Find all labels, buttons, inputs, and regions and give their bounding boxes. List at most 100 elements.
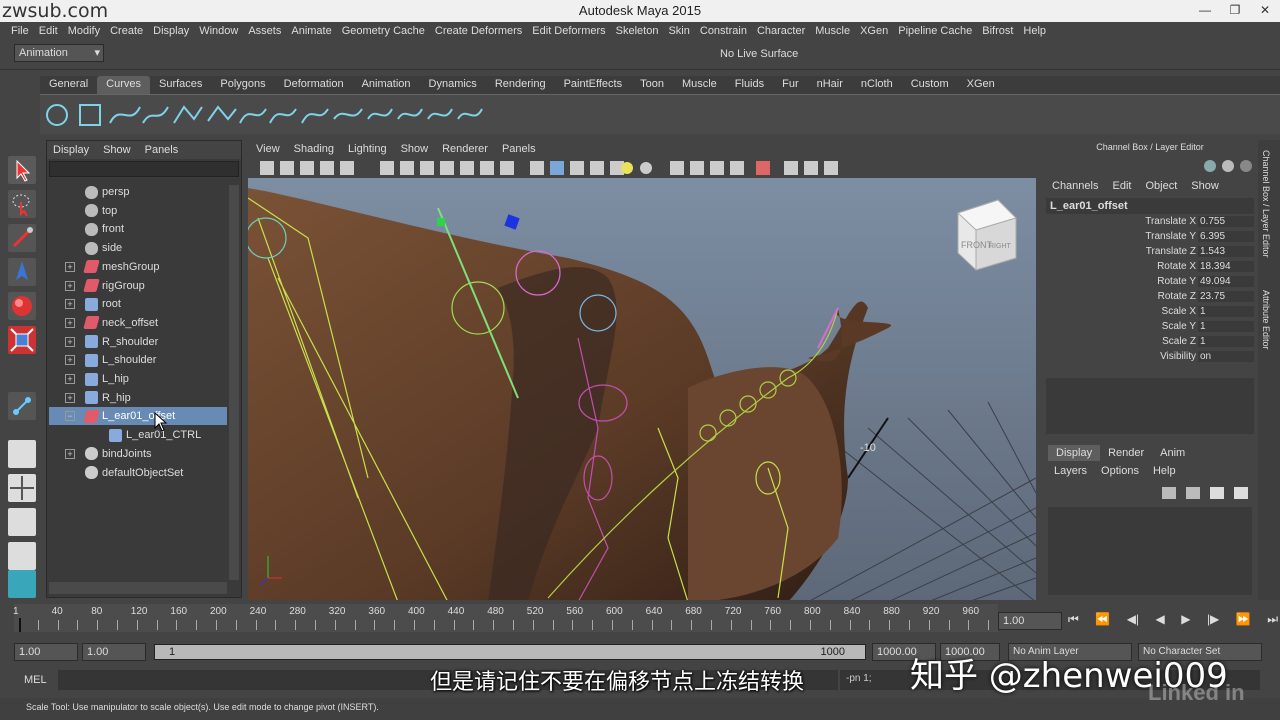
step-back-key-icon[interactable]: ◀|	[1127, 612, 1139, 630]
menu-pipeline-cache[interactable]: Pipeline Cache	[893, 25, 977, 37]
attr-value-field[interactable]: 1	[1198, 336, 1254, 347]
arc-tool-icon[interactable]	[207, 105, 237, 122]
screen-space-ao-icon[interactable]	[670, 161, 684, 175]
motion-blur-icon[interactable]	[690, 161, 704, 175]
nurbs-square-icon[interactable]	[79, 104, 101, 126]
attr-value-field[interactable]: 49.094	[1198, 276, 1254, 287]
menu-display[interactable]: Display	[148, 25, 194, 37]
lasso-tool-icon[interactable]	[8, 190, 36, 218]
menu-muscle[interactable]: Muscle	[810, 25, 855, 37]
attr-value-field[interactable]: 23.75	[1198, 291, 1254, 302]
menu-help[interactable]: Help	[1018, 25, 1051, 37]
shelf-tab-surfaces[interactable]: Surfaces	[150, 76, 211, 94]
attr-value-field[interactable]: 18.394	[1198, 261, 1254, 272]
insert-knot-icon[interactable]	[301, 108, 329, 124]
close-icon[interactable]: ✕	[1250, 0, 1280, 20]
menu-window[interactable]: Window	[194, 25, 243, 37]
attr-value-field[interactable]: 1	[1198, 306, 1254, 317]
play-forwards-icon[interactable]: ▶	[1181, 612, 1190, 630]
menu-bifrost[interactable]: Bifrost	[977, 25, 1018, 37]
shelf-tab-xgen[interactable]: XGen	[958, 76, 1004, 94]
shelf-tab-ncloth[interactable]: nCloth	[852, 76, 902, 94]
rebuild-curve-icon[interactable]	[427, 108, 453, 120]
outliner-item-l-ear01-offset[interactable]: − L_ear01_offset	[49, 407, 227, 426]
attr-value-field[interactable]: 1	[1198, 321, 1254, 332]
select-tool-icon[interactable]	[8, 156, 36, 184]
outliner-vertical-scrollbar[interactable]	[229, 185, 239, 580]
menu-edit[interactable]: Edit	[34, 25, 63, 37]
menu-xgen[interactable]: XGen	[855, 25, 893, 37]
layer-tab-display[interactable]: Display	[1048, 445, 1101, 461]
time-ruler[interactable]: 1 40 80 120 160 200 240 280 320 360 400 440 480 520 56…	[13, 604, 998, 632]
outliner-item-top[interactable]: top	[49, 202, 227, 220]
outliner-item-r-hip[interactable]: + R_hip	[49, 389, 227, 407]
viewport-menu-panels[interactable]: Panels	[502, 143, 536, 155]
field-chart-icon[interactable]	[460, 161, 474, 175]
select-camera-icon[interactable]	[260, 161, 274, 175]
outliner-item-defaultobjectset[interactable]: defaultObjectSet	[49, 464, 227, 482]
menu-character[interactable]: Character	[752, 25, 810, 37]
move-tool-icon[interactable]	[8, 258, 36, 286]
attr-value-field[interactable]: 0.755	[1198, 216, 1254, 227]
control-handle-green[interactable]	[437, 218, 445, 226]
viewport-menu-renderer[interactable]: Renderer	[442, 143, 488, 155]
outliner-menu-show[interactable]: Show	[103, 144, 131, 156]
expand-toggle-icon[interactable]: +	[65, 355, 75, 366]
tool-settings-icon[interactable]	[1240, 160, 1252, 172]
outliner-item-side[interactable]: side	[49, 239, 227, 257]
attr-value-field[interactable]: on	[1198, 351, 1254, 362]
menu-skeleton[interactable]: Skeleton	[611, 25, 664, 37]
shelf-tab-nhair[interactable]: nHair	[808, 76, 852, 94]
camera-attributes-icon[interactable]	[280, 161, 294, 175]
shelf-tab-deformation[interactable]: Deformation	[275, 76, 353, 94]
layer-menu-layers[interactable]: Layers	[1054, 465, 1087, 477]
outliner-item-bindjoints[interactable]: + bindJoints	[49, 445, 227, 463]
channel-attr-translate-y[interactable]: Translate Y 6.395	[1046, 231, 1254, 246]
viewport-menu-view[interactable]: View	[256, 143, 280, 155]
side-tab-attribute-editor[interactable]: Attribute Editor	[1261, 290, 1271, 350]
outliner-item-root[interactable]: + root	[49, 295, 227, 313]
perspective-viewport[interactable]: -10 FRONT RIGHT	[248, 178, 1036, 602]
persp-outliner-layout-icon[interactable]	[8, 508, 36, 536]
menu-create-deformers[interactable]: Create Deformers	[430, 25, 527, 37]
outliner-item-persp[interactable]: persp	[49, 183, 227, 201]
wireframe-on-shaded-icon[interactable]	[570, 161, 584, 175]
animation-start-field[interactable]: 1.00	[14, 643, 78, 661]
playback-start-field[interactable]: 1.00	[82, 643, 146, 661]
safe-action-icon[interactable]	[480, 161, 494, 175]
channel-menu-object[interactable]: Object	[1145, 180, 1177, 192]
move-layer-down-icon[interactable]	[1234, 487, 1248, 499]
viewport-menu-show[interactable]: Show	[401, 143, 429, 155]
layer-menu-help[interactable]: Help	[1153, 465, 1176, 477]
attr-value-field[interactable]: 6.395	[1198, 231, 1254, 242]
new-layer-selected-icon[interactable]	[1186, 487, 1200, 499]
menu-edit-deformers[interactable]: Edit Deformers	[527, 25, 610, 37]
expand-toggle-icon[interactable]: −	[65, 411, 75, 422]
viewport-menu-lighting[interactable]: Lighting	[348, 143, 387, 155]
menu-assets[interactable]: Assets	[243, 25, 286, 37]
control-handle-blue[interactable]	[504, 214, 520, 230]
depth-of-field-icon[interactable]	[730, 161, 744, 175]
channel-attr-scale-x[interactable]: Scale X1	[1046, 306, 1254, 321]
expand-toggle-icon[interactable]: +	[65, 336, 75, 347]
channel-box-icon[interactable]	[1204, 160, 1216, 172]
fillet-curve-icon[interactable]	[457, 108, 483, 120]
channel-menu-edit[interactable]: Edit	[1112, 180, 1131, 192]
shelf-tab-dynamics[interactable]: Dynamics	[420, 76, 486, 94]
minimize-icon[interactable]: —	[1190, 0, 1220, 20]
layer-tab-anim[interactable]: Anim	[1152, 445, 1193, 461]
menu-skin[interactable]: Skin	[663, 25, 694, 37]
side-tab-channel-box[interactable]: Channel Box / Layer Editor	[1261, 150, 1271, 258]
play-backwards-icon[interactable]: ◀	[1156, 612, 1165, 630]
shelf-tab-custom[interactable]: Custom	[902, 76, 958, 94]
layer-list[interactable]	[1048, 507, 1252, 595]
layer-menu-options[interactable]: Options	[1101, 465, 1139, 477]
two-d-pan-zoom-icon[interactable]	[340, 161, 354, 175]
current-time-indicator[interactable]	[19, 618, 21, 632]
wireframe-icon[interactable]	[530, 161, 544, 175]
menu-animate[interactable]: Animate	[286, 25, 336, 37]
joint-tool-icon[interactable]	[8, 392, 36, 420]
channel-attr-scale-z[interactable]: Scale Z1	[1046, 336, 1254, 351]
shelf-tab-curves[interactable]: Curves	[97, 76, 150, 94]
isolate-select-icon[interactable]	[756, 161, 770, 175]
